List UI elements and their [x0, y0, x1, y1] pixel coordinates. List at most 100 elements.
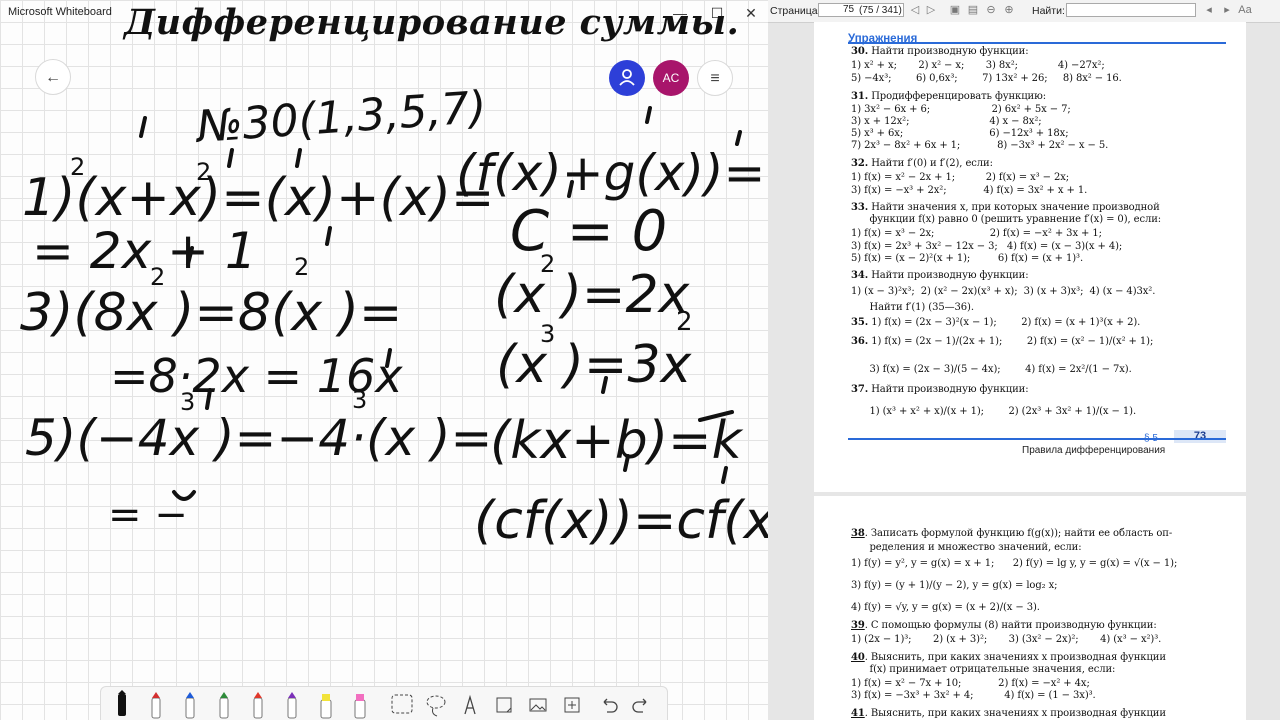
- text-line: 3) f(x) = (2x − 3)/(5 − 4x); 4) f(x) = 2…: [851, 364, 1132, 375]
- text-line: 40. Выяснить, при каких значениях x прои…: [851, 652, 1166, 663]
- pen-blue-icon[interactable]: [175, 690, 205, 720]
- svg-text:3: 3: [540, 320, 555, 348]
- find-label: Найти:: [1032, 5, 1065, 17]
- insert-icon[interactable]: [557, 690, 587, 720]
- pen-purple-icon[interactable]: [277, 690, 307, 720]
- svg-text:(x )=3x: (x )=3x: [496, 335, 693, 395]
- page-label: Страница:: [770, 5, 821, 17]
- footer-caption: Правила дифференцирования: [1022, 445, 1166, 456]
- text-line: 36. 1) f(x) = (2x − 1)/(2x + 1); 2) f(x)…: [851, 336, 1154, 347]
- ink-toolbar: [100, 686, 668, 720]
- text-line: 5) f(x) = (x − 2)²(x + 1); 6) f(x) = (x …: [851, 253, 1084, 264]
- svg-text:2: 2: [676, 307, 693, 337]
- text-line: 35. 1) f(x) = (2x − 3)²(x − 1); 2) f(x) …: [851, 317, 1141, 328]
- highlighter-yellow-icon[interactable]: [311, 690, 341, 720]
- section-title: Упражнения: [848, 33, 918, 45]
- highlighter-pink-icon[interactable]: [345, 690, 375, 720]
- text-line: 5) −4x³; 6) 0,6x³; 7) 13x² + 26; 8) 8x² …: [851, 73, 1122, 84]
- lasso-select-icon[interactable]: [387, 690, 417, 720]
- text-line: 3) f(x) = −3x³ + 3x² + 4; 4) f(x) = (1 −…: [851, 690, 1096, 701]
- text-line: 3) f(x) = 2x³ + 3x² − 12x − 3; 4) f(x) =…: [851, 241, 1123, 252]
- pen-red-icon[interactable]: [141, 690, 171, 720]
- find-input[interactable]: [1066, 3, 1196, 17]
- text-line: 1) f(y) = y², y = g(x) = x + 1; 2) f(y) …: [851, 558, 1178, 569]
- text-line: f(x) принимает отрицательные значения, е…: [851, 664, 1116, 675]
- text-line: 1) (x³ + x² + x)/(x + 1); 2) (2x³ + 3x² …: [851, 406, 1137, 417]
- svg-text:2: 2: [540, 250, 555, 278]
- next-page-icon[interactable]: ▷: [924, 3, 938, 17]
- text-line: 1) (2x − 1)³; 2) (x + 3)²; 3) (3x² − 2x)…: [851, 634, 1162, 645]
- viewer-toolbar: Страница: 75 (75 / 341) ◁ ▷ ▣ ▤ ⊖ ⊕ Найт…: [768, 0, 1280, 23]
- text-line: 4) f(y) = √y, y = g(x) = (x + 2)/(x − 3)…: [851, 602, 1040, 613]
- zoom-in-icon[interactable]: ⊕: [1002, 3, 1016, 17]
- svg-text:2: 2: [70, 153, 85, 181]
- text-line: 1) f(x) = x³ − 2x; 2) f(x) = −x² + 3x + …: [851, 228, 1102, 239]
- fit-page-icon[interactable]: ▣: [948, 3, 962, 17]
- text-line: 7) 2x³ − 8x² + 6x + 1; 8) −3x³ + 2x² − x…: [851, 140, 1109, 151]
- text-line: 34. Найти производную функции:: [851, 270, 1029, 281]
- svg-text:2: 2: [196, 158, 211, 186]
- text-line: 39. С помощью формулы (8) найти производ…: [851, 620, 1157, 631]
- text-line: 31. Продифференцировать функцию:: [851, 91, 1046, 102]
- text-line: 33. Найти значения x, при которых значен…: [851, 202, 1160, 213]
- pdf-page-73: Упражнения 30. Найти производную функции…: [814, 22, 1246, 492]
- pdf-viewer: Страница: 75 (75 / 341) ◁ ▷ ▣ ▤ ⊖ ⊕ Найт…: [768, 0, 1280, 720]
- section-header: Упражнения: [848, 27, 1226, 45]
- undo-icon[interactable]: [593, 690, 623, 720]
- pen-red-2-icon[interactable]: [243, 690, 273, 720]
- whiteboard-canvas[interactable]: Microsoft Whiteboard — ☐ ✕ Дифференциров…: [0, 0, 768, 720]
- ink-rules: (f(x)+g(x))=f(x)+g(x) C = 0 (x )=2x 2 (x…: [456, 106, 768, 551]
- svg-text:3: 3: [180, 388, 195, 416]
- text-line: 3) x + 12x²; 4) x − 8x²;: [851, 116, 1042, 127]
- svg-text:3)(8x )=8(x )=: 3)(8x )=8(x )=: [20, 283, 402, 343]
- svg-text:3: 3: [352, 386, 367, 414]
- text-line: функции f(x) равно 0 (решить уравнение f…: [851, 214, 1162, 225]
- prev-page-icon[interactable]: ◁: [908, 3, 922, 17]
- text-line: 1) f(x) = x² − 7x + 10; 2) f(x) = −x² + …: [851, 678, 1090, 689]
- text-line: 1) x² + x; 2) x² − x; 3) 8x²; 4) −27x²;: [851, 60, 1105, 71]
- text-line: Найти f′(1) (35—36).: [851, 302, 974, 313]
- svg-text:№30(1,3,5,7): №30(1,3,5,7): [192, 82, 488, 153]
- svg-text:= 2x + 1: = 2x + 1: [32, 222, 257, 280]
- text-line: 5) x³ + 6x; 6) −12x³ + 18x;: [851, 128, 1069, 139]
- svg-text:5)(−4x )=−4·(x )=: 5)(−4x )=−4·(x )=: [25, 409, 492, 467]
- ink-task-ref: №30(1,3,5,7): [192, 82, 488, 153]
- text-line: 41. Выяснить, при каких значениях x прои…: [851, 708, 1166, 719]
- text-line: 1) f(x) = x² − 2x + 1; 2) f(x) = x³ − 2x…: [851, 172, 1070, 183]
- text-line: 1) 3x² − 6x + 6; 2) 6x² + 5x − 7;: [851, 104, 1071, 115]
- svg-text:(f(x)+g(x))=f(x)+g(x): (f(x)+g(x))=f(x)+g(x): [456, 144, 768, 202]
- pen-black-icon[interactable]: [107, 690, 137, 720]
- text-line: 38. Записать формулой функцию f(g(x)); н…: [851, 528, 1173, 539]
- text-line: 1) (x − 3)²x³; 2) (x² − 2x)(x³ + x); 3) …: [851, 286, 1156, 297]
- text-line: 37. Найти производную функции:: [851, 384, 1029, 395]
- page-count: (75 / 341): [859, 5, 902, 16]
- text-line: 30. Найти производную функции:: [851, 46, 1029, 57]
- zoom-out-icon[interactable]: ⊖: [984, 3, 998, 17]
- page-number-value: 75: [843, 4, 855, 15]
- svg-text:1)(x+x)=(x)+(x)=: 1)(x+x)=(x)+(x)=: [22, 168, 494, 228]
- svg-text:(cf(x))=cf(x): (cf(x))=cf(x): [474, 491, 768, 551]
- match-case-icon[interactable]: Aa: [1238, 3, 1252, 17]
- pdf-page-74: 38. Записать формулой функцию f(g(x)); н…: [814, 496, 1246, 720]
- image-icon[interactable]: [523, 690, 553, 720]
- text-line: 3) f(x) = −x³ + 2x²; 4) f(x) = 3x² + x +…: [851, 185, 1088, 196]
- redo-icon[interactable]: [627, 690, 657, 720]
- page-number-input[interactable]: 75 (75 / 341): [818, 3, 904, 17]
- svg-text:2: 2: [150, 263, 165, 291]
- footer-rule: [848, 438, 1226, 440]
- find-next-icon[interactable]: ▸: [1220, 3, 1234, 17]
- pen-green-icon[interactable]: [209, 690, 239, 720]
- svg-text:2: 2: [294, 253, 309, 281]
- text-line: 3) f(y) = (y + 1)/(y − 2), y = g(x) = lo…: [851, 580, 1058, 591]
- svg-text:= −: = −: [108, 492, 188, 538]
- page-number: 73: [1174, 430, 1226, 443]
- svg-text:(x )=2x: (x )=2x: [494, 265, 691, 325]
- text-line: ределения и множество значений, если:: [851, 542, 1082, 553]
- fit-width-icon[interactable]: ▤: [966, 3, 980, 17]
- text-icon[interactable]: [455, 690, 485, 720]
- lasso-icon[interactable]: [421, 690, 451, 720]
- svg-text:C = 0: C = 0: [510, 199, 667, 264]
- find-prev-icon[interactable]: ◂: [1202, 3, 1216, 17]
- ink-layer: №30(1,3,5,7) 1)(x+x)=(x)+(x)= 2 2 = 2x +…: [20, 82, 768, 551]
- sticky-note-icon[interactable]: [489, 690, 519, 720]
